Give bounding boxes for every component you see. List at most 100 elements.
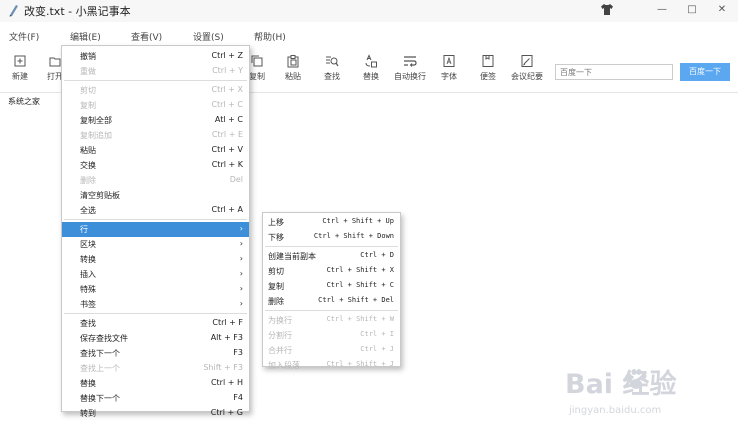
find-button[interactable]: 查找 xyxy=(312,54,352,88)
line-submenu-item[interactable]: 复制 Ctrl + Shift + C xyxy=(263,279,400,294)
line-submenu-item[interactable]: 创建当前副本 Ctrl + D xyxy=(263,249,400,264)
edit-menu-item[interactable]: 替换下一个 F4 xyxy=(62,391,249,406)
edit-menu-item-shortcut: Ctrl + Y xyxy=(212,66,243,75)
line-submenu-item[interactable]: 下移 Ctrl + Shift + Down xyxy=(263,230,400,245)
line-submenu-item-shortcut: Ctrl + Shift + C xyxy=(326,281,394,289)
edit-menu-item[interactable]: 插入 › xyxy=(62,267,249,282)
line-submenu-item[interactable]: 剪切 Ctrl + Shift + X xyxy=(263,264,400,279)
edit-menu-item-label: 复制 xyxy=(80,101,96,110)
edit-menu-item[interactable]: 清空剪贴板 xyxy=(62,188,249,203)
meeting-notes-icon xyxy=(521,55,533,67)
paw-logo-icon xyxy=(626,369,647,389)
watermark-url: jingyan.baidu.com xyxy=(569,405,662,416)
minimize-button[interactable]: — xyxy=(650,2,674,18)
edit-menu-item[interactable]: 复制全部 Atl + C xyxy=(62,113,249,128)
edit-menu-item-shortcut: Ctrl + A xyxy=(211,205,244,214)
baidu-search-button[interactable]: 百度一下 xyxy=(680,63,730,81)
word-wrap-label: 自动换行 xyxy=(394,72,426,81)
edit-menu-separator xyxy=(64,219,247,220)
edit-menu-separator xyxy=(64,313,247,314)
line-submenu-item-label: 删除 xyxy=(268,297,284,306)
line-submenu-item-label: 下移 xyxy=(268,233,284,242)
line-submenu-item-label: 合并行 xyxy=(268,346,292,355)
note-button[interactable]: 便签 xyxy=(468,54,508,88)
replace-button[interactable]: 替换 xyxy=(351,54,391,88)
edit-menu-item[interactable]: 交换 Ctrl + K xyxy=(62,158,249,173)
menu-settings[interactable]: 设置(S) xyxy=(193,30,224,43)
line-submenu-item-label: 为换行 xyxy=(268,316,292,325)
edit-menu-item-shortcut: Ctrl + X xyxy=(211,85,243,94)
line-submenu-item: 加入段落 Ctrl + Shift + J xyxy=(263,358,400,373)
edit-menu-item-shortcut: Ctrl + Z xyxy=(211,51,243,60)
paste-icon xyxy=(287,55,299,68)
edit-menu-item[interactable]: 撤销 Ctrl + Z xyxy=(62,49,249,64)
edit-menu-item-shortcut: Del xyxy=(229,175,243,184)
edit-menu-item[interactable]: 转换 › xyxy=(62,252,249,267)
note-icon xyxy=(482,55,494,67)
line-submenu-item-label: 上移 xyxy=(268,218,284,227)
open-folder-icon xyxy=(49,57,61,67)
menu-edit[interactable]: 编辑(E) xyxy=(70,30,101,43)
line-submenu-item-shortcut: Ctrl + Shift + Del xyxy=(318,296,394,304)
edit-menu-item[interactable]: 转到 Ctrl + G xyxy=(62,406,249,421)
edit-menu-item[interactable]: 书签 › xyxy=(62,297,249,312)
title-bar: 改变.txt - 小黑记事本 — □ ✕ xyxy=(0,0,738,22)
edit-menu-item-label: 书签 xyxy=(80,300,96,309)
edit-menu-item: 剪切 Ctrl + X xyxy=(62,83,249,98)
menu-help[interactable]: 帮助(H) xyxy=(254,30,286,43)
line-submenu-item-shortcut: Ctrl + D xyxy=(360,251,394,259)
line-submenu-separator xyxy=(265,310,398,311)
line-submenu-item-shortcut: Ctrl + Shift + Down xyxy=(313,232,394,240)
line-submenu-item[interactable]: 上移 Ctrl + Shift + Up xyxy=(263,215,400,230)
edit-menu-item-label: 区块 xyxy=(80,240,96,249)
edit-menu-item[interactable]: 区块 › xyxy=(62,237,249,252)
edit-menu-item-label: 转换 xyxy=(80,255,96,264)
edit-menu-item-shortcut: F3 xyxy=(233,348,243,357)
edit-menu-item-shortcut: Shift + F3 xyxy=(203,363,243,372)
paste-button[interactable]: 粘贴 xyxy=(273,54,313,88)
watermark-brand: Bai 经验 xyxy=(565,369,677,400)
meeting-notes-button[interactable]: 会议纪要 xyxy=(507,54,547,88)
paste-label: 粘贴 xyxy=(285,72,301,81)
edit-menu-item-label: 删除 xyxy=(80,176,96,185)
edit-menu-item: 复制 Ctrl + C xyxy=(62,98,249,113)
edit-menu-item[interactable]: 查找下一个 F3 xyxy=(62,346,249,361)
edit-menu-item-label: 重做 xyxy=(80,67,96,76)
edit-menu-item-label: 复制全部 xyxy=(80,116,112,125)
maximize-button[interactable]: □ xyxy=(680,2,704,18)
skin-shirt-icon[interactable] xyxy=(600,3,614,16)
edit-menu-item: 删除 Del xyxy=(62,173,249,188)
edit-menu-item[interactable]: 粘贴 Ctrl + V xyxy=(62,143,249,158)
edit-menu-item-shortcut: Alt + F3 xyxy=(210,333,243,342)
line-submenu-item-label: 创建当前副本 xyxy=(268,252,316,261)
edit-menu-item-label: 插入 xyxy=(80,270,96,279)
line-submenu-item-shortcut: Ctrl + Shift + W xyxy=(326,315,394,323)
edit-menu-item: 重做 Ctrl + Y xyxy=(62,64,249,79)
edit-menu-item[interactable]: 替换 Ctrl + H xyxy=(62,376,249,391)
edit-menu-item-shortcut: Ctrl + K xyxy=(211,160,243,169)
font-button[interactable]: 字体 xyxy=(429,54,469,88)
menu-file[interactable]: 文件(F) xyxy=(9,30,39,43)
submenu-arrow-icon: › xyxy=(239,224,243,233)
edit-menu-item-shortcut: Ctrl + V xyxy=(211,145,244,154)
meeting-notes-label: 会议纪要 xyxy=(511,72,543,81)
edit-menu-item[interactable]: 保存查找文件 Alt + F3 xyxy=(62,331,249,346)
edit-menu-item[interactable]: 全选 Ctrl + A xyxy=(62,203,249,218)
find-icon xyxy=(326,56,339,67)
line-submenu-item-label: 加入段落 xyxy=(268,361,300,370)
line-submenu-item[interactable]: 删除 Ctrl + Shift + Del xyxy=(263,294,400,309)
word-wrap-button[interactable]: 自动换行 xyxy=(390,54,430,88)
new-button[interactable]: 新建 xyxy=(0,54,40,88)
line-submenu: 上移 Ctrl + Shift + Up 下移 Ctrl + Shift + Down… xyxy=(262,212,401,370)
close-button[interactable]: ✕ xyxy=(710,2,734,18)
edit-menu-item[interactable]: 特殊 › xyxy=(62,282,249,297)
font-label: 字体 xyxy=(441,72,457,81)
line-submenu-separator xyxy=(265,246,398,247)
edit-menu-item: 复制追加 Ctrl + E xyxy=(62,128,249,143)
baidu-search-input[interactable] xyxy=(555,64,673,80)
edit-menu-item-shortcut: F4 xyxy=(233,393,243,402)
line-submenu-item: 合并行 Ctrl + J xyxy=(263,343,400,358)
edit-menu-item[interactable]: 行 › xyxy=(62,222,249,237)
menu-view[interactable]: 查看(V) xyxy=(131,30,162,43)
edit-menu-item[interactable]: 查找 Ctrl + F xyxy=(62,316,249,331)
